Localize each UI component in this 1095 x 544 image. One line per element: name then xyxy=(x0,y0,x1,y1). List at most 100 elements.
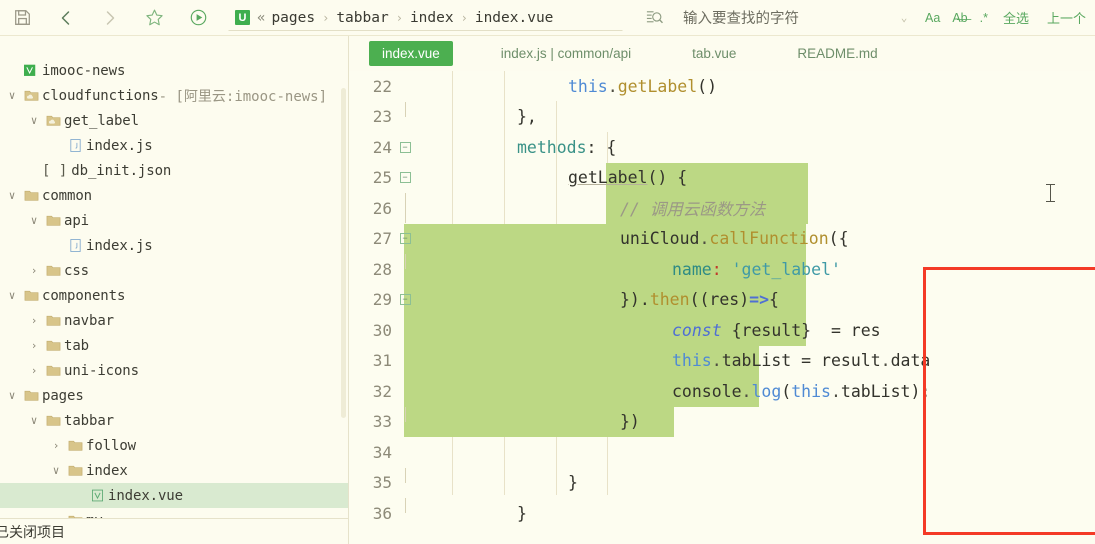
breadcrumb-item-index-vue[interactable]: index.vue xyxy=(475,10,554,26)
chevron-down-icon[interactable]: ∨ xyxy=(26,414,42,427)
tree-item[interactable]: › follow xyxy=(0,433,348,458)
whole-word-button[interactable]: A̶b̶ xyxy=(946,11,973,25)
chevron-right-icon[interactable]: › xyxy=(26,314,42,327)
tree-item[interactable]: ∨ tabbar xyxy=(0,408,348,433)
tree-item[interactable]: › uni-icons xyxy=(0,358,348,383)
editor-tab[interactable]: tab.vue xyxy=(679,41,749,66)
tree-item[interactable]: ∨ components xyxy=(0,283,348,308)
save-icon[interactable] xyxy=(0,0,44,36)
code-line[interactable]: 27− uniCloud.callFunction({ xyxy=(349,224,1095,255)
run-icon[interactable] xyxy=(176,0,220,36)
fold-gutter[interactable]: − xyxy=(394,172,416,184)
chevron-down-icon[interactable]: ∨ xyxy=(48,464,64,477)
breadcrumb-item-pages[interactable]: pages xyxy=(271,10,315,26)
search-input[interactable]: 输入要查找的字符 xyxy=(671,5,889,31)
chevron-right-icon[interactable]: › xyxy=(48,439,64,452)
tree-item[interactable]: imooc-news xyxy=(0,58,348,83)
project-explorer[interactable]: imooc-news ∨ cloudfunctions - [阿里云:imooc-n… xyxy=(0,36,348,518)
find-search-icon[interactable] xyxy=(637,8,671,27)
previous-match-button[interactable]: 上一个 xyxy=(1038,8,1095,27)
chevron-right-icon[interactable]: › xyxy=(26,339,42,352)
editor-tab[interactable]: index.vue xyxy=(369,41,453,66)
tree-item-selected[interactable]: index.vue xyxy=(0,483,348,508)
tree-item[interactable]: ∨ index xyxy=(0,458,348,483)
code-line[interactable]: 26 // 调用云函数方法 xyxy=(349,193,1095,224)
fold-gutter[interactable]: − xyxy=(394,141,416,153)
breadcrumb-item-tabbar[interactable]: tabbar xyxy=(336,10,388,26)
file-tree[interactable]: imooc-news ∨ cloudfunctions - [阿里云:imooc-n… xyxy=(0,36,348,518)
code-text[interactable]: }, xyxy=(416,107,1095,126)
code-line[interactable]: 23}, xyxy=(349,101,1095,133)
chevron-down-icon[interactable]: ∨ xyxy=(4,389,20,402)
breadcrumb-collapse-icon[interactable]: « xyxy=(257,10,265,26)
chevron-right-icon[interactable]: › xyxy=(26,364,42,377)
fold-gutter[interactable]: − xyxy=(394,294,416,306)
editor-tab[interactable]: README.md xyxy=(784,41,890,66)
back-arrow-icon[interactable] xyxy=(44,0,88,36)
code-line[interactable]: 36} xyxy=(349,498,1095,529)
tree-item[interactable]: ∨ get_label xyxy=(0,108,348,133)
code-line[interactable]: 25− getLabel() { xyxy=(349,163,1095,194)
tree-item[interactable]: index.js xyxy=(0,133,348,158)
code-text[interactable]: methods: { xyxy=(416,138,1095,157)
fold-gutter[interactable]: − xyxy=(394,233,416,245)
code-line[interactable]: 30 const {result} = res xyxy=(349,315,1095,346)
chevron-down-icon[interactable]: ∨ xyxy=(4,89,20,102)
fold-gutter[interactable] xyxy=(394,498,416,528)
code-line[interactable]: 32 console.log(this.tabList); xyxy=(349,376,1095,407)
select-all-button[interactable]: 全选 xyxy=(994,8,1038,27)
tree-item[interactable]: ∨ api xyxy=(0,208,348,233)
tree-item[interactable]: ∨ cloudfunctions - [阿里云:imooc-news] xyxy=(0,83,348,108)
code-text[interactable]: } xyxy=(416,504,1095,523)
code-line[interactable]: 34 xyxy=(349,437,1095,468)
code-lines[interactable]: 22 this.getLabel() 23}, 24− methods: {25− get… xyxy=(349,71,1095,529)
breadcrumb-item-index[interactable]: index xyxy=(410,10,454,26)
fold-gutter[interactable] xyxy=(394,101,416,132)
code-text[interactable]: }) xyxy=(416,412,1095,431)
tree-item[interactable]: › tab xyxy=(0,333,348,358)
code-area[interactable]: 22 this.getLabel() 23}, 24− methods: {25− get… xyxy=(349,71,1095,535)
code-line[interactable]: 22 this.getLabel() xyxy=(349,71,1095,102)
code-line[interactable]: 28 name: 'get_label' xyxy=(349,254,1095,285)
code-text[interactable]: console.log(this.tabList); xyxy=(416,382,1095,401)
tree-item[interactable]: ›my xyxy=(0,508,348,518)
match-case-button[interactable]: Aa xyxy=(919,11,946,25)
code-text[interactable]: const {result} = res xyxy=(416,321,1095,340)
sidebar-scrollbar[interactable] xyxy=(341,88,346,418)
tree-item[interactable]: index.js xyxy=(0,233,348,258)
fold-gutter[interactable] xyxy=(394,254,416,284)
fold-collapse-icon[interactable]: − xyxy=(399,294,411,306)
code-line[interactable]: 31 this.tabList = result.data xyxy=(349,346,1095,377)
chevron-down-icon[interactable]: ∨ xyxy=(26,214,42,227)
fold-gutter[interactable] xyxy=(394,467,416,498)
chevron-down-icon[interactable]: ∨ xyxy=(4,289,20,302)
tree-item[interactable]: › css xyxy=(0,258,348,283)
code-line[interactable]: 24− methods: { xyxy=(349,132,1095,163)
fold-collapse-icon[interactable]: − xyxy=(399,172,411,184)
code-line[interactable]: 29−}).then((res)=>{ xyxy=(349,285,1095,316)
fold-collapse-icon[interactable]: − xyxy=(399,141,411,153)
breadcrumb[interactable]: U « pages › tabbar › index › index.vue xyxy=(228,5,623,31)
tree-item[interactable]: › navbar xyxy=(0,308,348,333)
code-line[interactable]: 33}) xyxy=(349,406,1095,438)
fold-gutter[interactable] xyxy=(394,406,416,437)
code-text[interactable]: } xyxy=(416,473,1095,492)
fold-collapse-icon[interactable]: − xyxy=(399,233,411,245)
star-icon[interactable] xyxy=(132,0,176,36)
code-comment[interactable]: // 调用云函数方法 xyxy=(416,196,1095,220)
chevron-down-icon[interactable]: ∨ xyxy=(26,114,42,127)
editor-tabbar[interactable]: index.vue index.js | common/api tab.vue REA… xyxy=(349,36,1095,71)
code-text[interactable]: }).then((res)=>{ xyxy=(416,290,1095,309)
chevron-down-icon[interactable]: ∨ xyxy=(4,189,20,202)
fold-gutter[interactable] xyxy=(394,193,416,224)
code-line[interactable]: 35} xyxy=(349,467,1095,499)
chevron-right-icon[interactable]: › xyxy=(26,264,42,277)
tree-item[interactable]: ∨ pages xyxy=(0,383,348,408)
search-history-chevron-down-icon[interactable]: ⌄ xyxy=(889,11,919,24)
editor-tab[interactable]: index.js | common/api xyxy=(488,41,644,66)
closed-projects-label[interactable]: 已关闭项目 xyxy=(0,522,65,542)
tree-item[interactable]: [ ] db_init.json xyxy=(0,158,348,183)
tree-item[interactable]: ∨ common xyxy=(0,183,348,208)
code-text[interactable]: this.tabList = result.data xyxy=(416,351,1095,370)
code-text[interactable]: uniCloud.callFunction({ xyxy=(416,229,1095,248)
